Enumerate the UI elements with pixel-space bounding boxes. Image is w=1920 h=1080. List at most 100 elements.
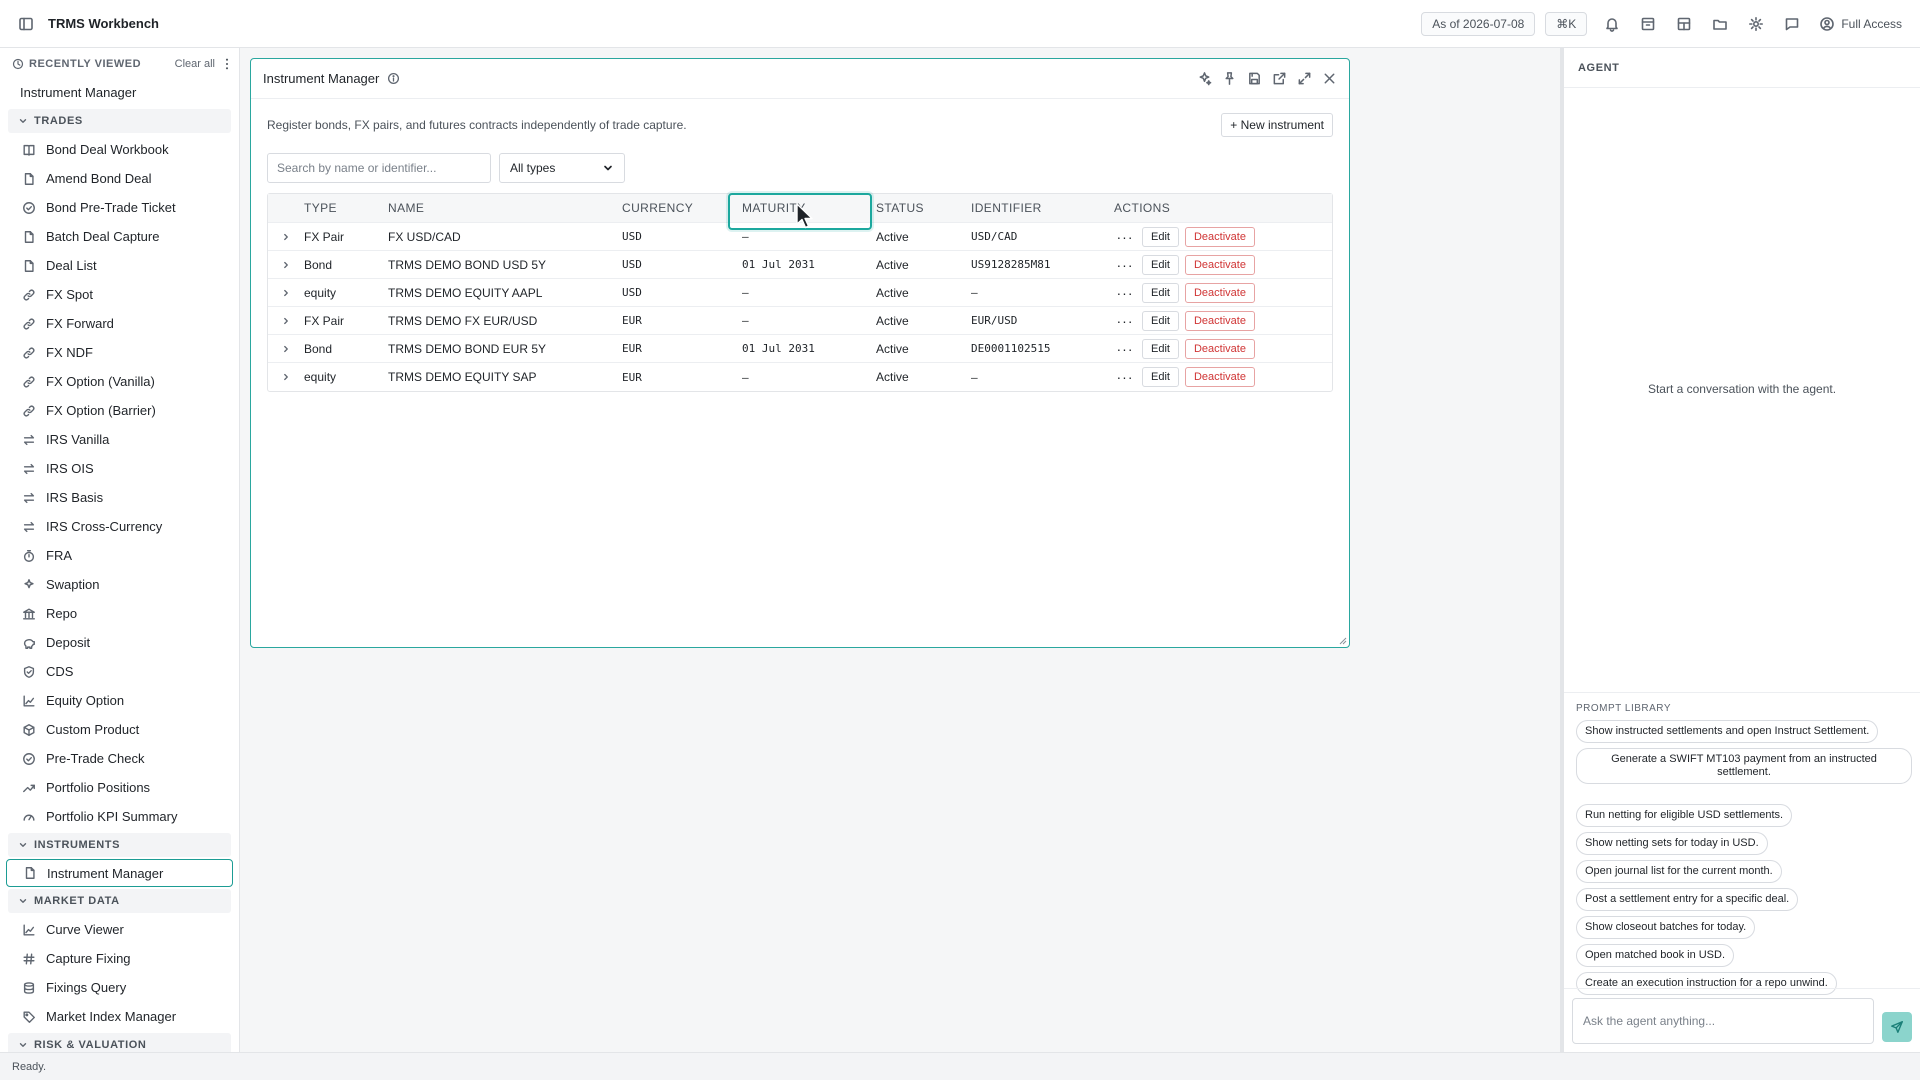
sidebar-item-fx-spot[interactable]: FX Spot (0, 280, 239, 309)
expand-row-button[interactable] (268, 316, 304, 326)
prompt-chip[interactable]: Open matched book in USD. (1576, 944, 1735, 967)
as-of-date-button[interactable]: As of 2026-07-08 (1421, 12, 1536, 36)
expand-row-button[interactable] (268, 344, 304, 354)
section-header-trades[interactable]: TRADES (8, 109, 231, 133)
sidebar-item-market-index-manager[interactable]: Market Index Manager (0, 1002, 239, 1031)
maximize-icon[interactable] (1297, 71, 1312, 86)
prompt-chip[interactable]: Open journal list for the current month. (1576, 860, 1782, 883)
close-icon[interactable] (1322, 71, 1337, 86)
sidebar-item-irs-vanilla[interactable]: IRS Vanilla (0, 425, 239, 454)
section-header-instruments[interactable]: INSTRUMENTS (8, 833, 231, 857)
more-actions-button[interactable]: ··· (1114, 341, 1136, 357)
prompt-chip[interactable]: Generate a SWIFT MT103 payment from an i… (1576, 748, 1912, 784)
type-filter-select[interactable]: All types (499, 153, 625, 183)
expand-row-button[interactable] (268, 260, 304, 270)
table-row[interactable]: FX Pair TRMS DEMO FX EUR/USD EUR — Active EUR… (268, 307, 1332, 335)
resize-handle-icon[interactable] (1339, 637, 1347, 645)
column-header-type[interactable]: TYPE (304, 201, 388, 215)
clear-all-button[interactable]: Clear all (175, 58, 215, 70)
sidebar-item-equity-option[interactable]: Equity Option (0, 686, 239, 715)
send-button[interactable] (1882, 1011, 1912, 1042)
new-instrument-button[interactable]: + New instrument (1221, 113, 1333, 137)
sidebar-item-curve-viewer[interactable]: Curve Viewer (0, 915, 239, 944)
user-access-button[interactable]: Full Access (1819, 16, 1902, 32)
sidebar-item-portfolio-positions[interactable]: Portfolio Positions (0, 773, 239, 802)
column-header-name[interactable]: NAME (388, 201, 622, 215)
more-actions-button[interactable]: ··· (1114, 229, 1136, 245)
sidebar-item-deposit[interactable]: Deposit (0, 628, 239, 657)
sidebar-item-fra[interactable]: FRA (0, 541, 239, 570)
bell-icon[interactable] (1601, 13, 1623, 35)
table-row[interactable]: equity TRMS DEMO EQUITY AAPL USD — Active — ··… (268, 279, 1332, 307)
prompt-chip[interactable]: Run netting for eligible USD settlements… (1576, 804, 1793, 827)
deactivate-button[interactable]: Deactivate (1184, 367, 1255, 387)
table-row[interactable]: equity TRMS DEMO EQUITY SAP EUR — Active — ···… (268, 363, 1332, 391)
deactivate-button[interactable]: Deactivate (1184, 254, 1255, 275)
more-vertical-icon[interactable] (225, 58, 229, 70)
prompt-chip[interactable]: Show netting sets for today in USD. (1576, 832, 1768, 855)
folder-icon[interactable] (1709, 13, 1731, 35)
chat-icon[interactable] (1781, 13, 1803, 35)
sidebar-item-bond-pre-trade-ticket[interactable]: Bond Pre-Trade Ticket (0, 193, 239, 222)
deactivate-button[interactable]: Deactivate (1184, 310, 1255, 331)
layout-icon[interactable] (1673, 13, 1695, 35)
expand-row-button[interactable] (268, 288, 304, 298)
sidebar-toggle-icon[interactable] (18, 16, 34, 32)
table-row[interactable]: Bond TRMS DEMO BOND USD 5Y USD 01 Jul 2031 A… (268, 251, 1332, 279)
section-header-market-data[interactable]: MARKET DATA (8, 889, 231, 913)
external-link-icon[interactable] (1272, 71, 1287, 86)
sidebar-item-batch-deal-capture[interactable]: Batch Deal Capture (0, 222, 239, 251)
expand-row-button[interactable] (268, 372, 304, 382)
edit-button[interactable]: Edit (1142, 367, 1179, 387)
prompt-chip[interactable]: Show closeout batches for today. (1576, 916, 1756, 939)
more-actions-button[interactable]: ··· (1114, 257, 1136, 273)
edit-button[interactable]: Edit (1142, 310, 1179, 331)
sidebar-item-custom-product[interactable]: Custom Product (0, 715, 239, 744)
expand-row-button[interactable] (268, 232, 304, 242)
edit-button[interactable]: Edit (1142, 282, 1179, 303)
sidebar-item-irs-ois[interactable]: IRS OIS (0, 454, 239, 483)
sidebar-item-deal-list[interactable]: Deal List (0, 251, 239, 280)
sidebar-item-irs-cross-currency[interactable]: IRS Cross-Currency (0, 512, 239, 541)
sidebar-item-swaption[interactable]: Swaption (0, 570, 239, 599)
prompt-chip[interactable]: Post a settlement entry for a specific d… (1576, 888, 1799, 911)
edit-button[interactable]: Edit (1142, 338, 1179, 359)
deactivate-button[interactable]: Deactivate (1184, 226, 1255, 247)
more-actions-button[interactable]: ··· (1114, 313, 1136, 329)
archive-icon[interactable] (1637, 13, 1659, 35)
sidebar-item-capture-fixing[interactable]: Capture Fixing (0, 944, 239, 973)
recent-item-instrument-manager[interactable]: Instrument Manager (0, 77, 239, 107)
info-icon[interactable] (387, 72, 400, 85)
sidebar-item-fixings-query[interactable]: Fixings Query (0, 973, 239, 1002)
sidebar-item-instrument-manager[interactable]: Instrument Manager (6, 859, 233, 887)
pin-icon[interactable] (1222, 71, 1237, 86)
deactivate-button[interactable]: Deactivate (1184, 282, 1255, 303)
section-header-risk-valuation[interactable]: RISK & VALUATION (8, 1033, 231, 1052)
column-header-status[interactable]: STATUS (876, 201, 971, 215)
more-actions-button[interactable]: ··· (1114, 369, 1136, 385)
sidebar-item-fx-option-barrier[interactable]: FX Option (Barrier) (0, 396, 239, 425)
save-icon[interactable] (1247, 71, 1262, 86)
table-row[interactable]: Bond TRMS DEMO BOND EUR 5Y EUR 01 Jul 2031 A… (268, 335, 1332, 363)
sidebar-item-portfolio-kpi-summary[interactable]: Portfolio KPI Summary (0, 802, 239, 831)
agent-input[interactable] (1572, 997, 1875, 1044)
more-actions-button[interactable]: ··· (1114, 285, 1136, 301)
sidebar-item-bond-deal-workbook[interactable]: Bond Deal Workbook (0, 135, 239, 164)
gear-icon[interactable] (1745, 13, 1767, 35)
sidebar-item-amend-bond-deal[interactable]: Amend Bond Deal (0, 164, 239, 193)
edit-button[interactable]: Edit (1142, 226, 1179, 247)
search-input[interactable] (267, 153, 491, 183)
sidebar-item-cds[interactable]: CDS (0, 657, 239, 686)
sidebar-item-pre-trade-check[interactable]: Pre-Trade Check (0, 744, 239, 773)
column-header-identifier[interactable]: IDENTIFIER (971, 201, 1114, 215)
ai-sparkle-icon[interactable] (1197, 71, 1212, 86)
column-header-currency[interactable]: CURRENCY (622, 201, 742, 215)
sidebar-item-fx-option-vanilla[interactable]: FX Option (Vanilla) (0, 367, 239, 396)
edit-button[interactable]: Edit (1142, 254, 1179, 275)
sidebar-item-irs-basis[interactable]: IRS Basis (0, 483, 239, 512)
command-palette-button[interactable]: ⌘K (1545, 12, 1588, 36)
prompt-chip[interactable]: Show instructed settlements and open Ins… (1576, 720, 1879, 743)
sidebar-item-fx-forward[interactable]: FX Forward (0, 309, 239, 338)
sidebar-item-fx-ndf[interactable]: FX NDF (0, 338, 239, 367)
sidebar-item-repo[interactable]: Repo (0, 599, 239, 628)
